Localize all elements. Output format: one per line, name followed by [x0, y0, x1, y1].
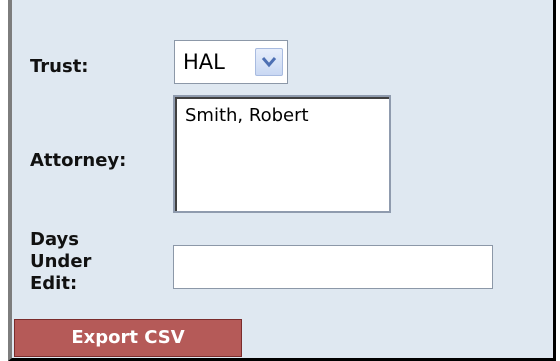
days-label-line2: Under [30, 251, 92, 272]
chevron-down-icon[interactable] [255, 48, 283, 76]
form-panel: Trust: HAL Attorney: Smith, Robert Days … [8, 0, 556, 361]
trust-label: Trust: [30, 56, 89, 77]
trust-select[interactable]: HAL [174, 40, 288, 84]
trust-select-value: HAL [183, 50, 225, 74]
days-label-line1: Days [30, 229, 79, 250]
attorney-option[interactable]: Smith, Robert [185, 105, 309, 127]
attorney-label: Attorney: [30, 150, 127, 171]
days-under-edit-input[interactable] [173, 245, 493, 289]
days-under-edit-label: Days Under Edit: [30, 229, 91, 295]
export-csv-button[interactable]: Export CSV [14, 319, 242, 357]
attorney-listbox[interactable]: Smith, Robert [173, 95, 391, 213]
days-label-line3: Edit: [30, 273, 78, 294]
